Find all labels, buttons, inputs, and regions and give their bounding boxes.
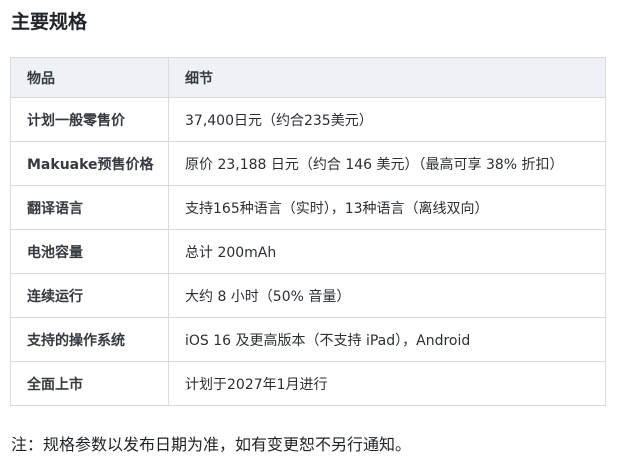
row-label-battery: 电池容量 [10,229,169,274]
row-value-os: iOS 16 及更高版本（不支持 iPad），Android [168,317,606,362]
column-header-item: 物品 [10,57,169,98]
row-value-runtime: 大约 8 小时（50% 音量） [168,273,606,318]
section-title: 主要规格 [11,11,88,33]
specs-table: 物品 细节 计划一般零售价 37,400日元（约合235美元） Makuake预… [10,57,606,406]
row-value-languages: 支持165种语言（实时），13种语言（离线双向） [168,185,606,230]
row-label-runtime: 连续运行 [10,273,169,318]
column-header-detail: 细节 [168,57,606,98]
row-label-presale-price: Makuake预售价格 [10,141,169,186]
row-label-launch: 全面上市 [10,361,169,406]
table-row: 支持的操作系统 iOS 16 及更高版本（不支持 iPad），Android [10,317,606,362]
row-value-battery: 总计 200mAh [168,229,606,274]
row-label-os: 支持的操作系统 [10,317,169,362]
row-value-retail-price: 37,400日元（约合235美元） [168,97,606,142]
row-value-launch: 计划于2027年1月进行 [168,361,606,406]
table-row: Makuake预售价格 原价 23,188 日元（约合 146 美元）（最高可享… [10,141,606,186]
row-label-languages: 翻译语言 [10,185,169,230]
row-value-presale-price: 原价 23,188 日元（约合 146 美元）（最高可享 38% 折扣） [168,141,606,186]
table-row: 全面上市 计划于2027年1月进行 [10,361,606,406]
table-row: 连续运行 大约 8 小时（50% 音量） [10,273,606,318]
row-label-retail-price: 计划一般零售价 [10,97,169,142]
table-header-row: 物品 细节 [10,57,606,98]
table-row: 电池容量 总计 200mAh [10,229,606,274]
table-row: 翻译语言 支持165种语言（实时），13种语言（离线双向） [10,185,606,230]
table-row: 计划一般零售价 37,400日元（约合235美元） [10,97,606,142]
footnote: 注：规格参数以发布日期为准，如有变更恕不另行通知。 [11,435,412,454]
